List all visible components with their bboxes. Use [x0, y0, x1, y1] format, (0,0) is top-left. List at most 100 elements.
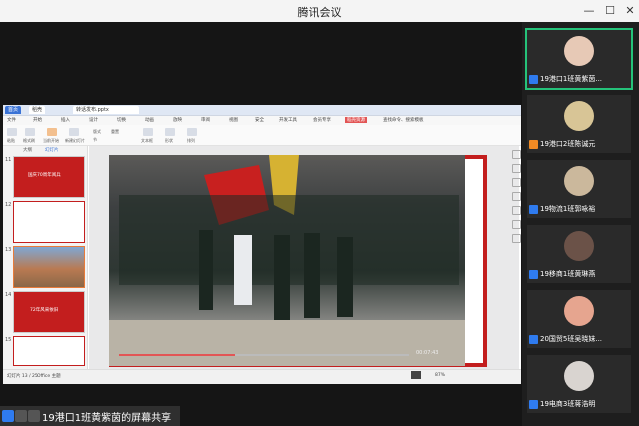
maximize-icon[interactable]: ☐ — [603, 4, 617, 18]
avatar — [564, 166, 594, 196]
slide-thumbnails-panel: 大纲 幻灯片 11 国庆70周年阅兵 12 13 14 72年风采依旧 15 — [3, 146, 88, 369]
menu-file[interactable]: 文件 — [7, 117, 16, 123]
embedded-video[interactable] — [109, 155, 465, 366]
play-current-icon[interactable] — [47, 128, 57, 136]
slide-canvas: 00:07:43 — [89, 146, 519, 369]
shape-icon[interactable] — [165, 128, 175, 136]
ribbon-label: 排列 — [187, 138, 195, 143]
participant-tile[interactable]: 19移商1班黄琳燕 — [527, 225, 631, 283]
thumb-number: 15 — [5, 337, 12, 343]
participant-tile[interactable]: 19电商3班蒋浩明 — [527, 355, 631, 413]
arrange-icon[interactable] — [187, 128, 197, 136]
textbox-icon[interactable] — [143, 128, 153, 136]
tool-icon[interactable] — [512, 206, 521, 215]
theme-name: Office 主题 — [37, 374, 61, 379]
tool-icon[interactable] — [512, 192, 521, 201]
avatar — [564, 101, 594, 131]
ribbon-label: 粘贴 — [7, 138, 15, 143]
soldier-shape — [304, 233, 320, 318]
thumbnail-selected[interactable]: 13 — [5, 246, 85, 288]
menu-member[interactable]: 会员专享 — [313, 117, 331, 123]
video-controls: 00:07:43 — [111, 350, 461, 360]
participant-name: 19移商1班黄琳燕 — [529, 268, 595, 280]
user-icon — [529, 399, 538, 409]
paste-icon[interactable] — [7, 128, 17, 136]
right-toolbar — [511, 150, 521, 330]
wps-tab-strip: 首页 稻壳 转话发布.pptx — [3, 105, 521, 116]
thumbnail[interactable]: 15 — [5, 336, 85, 366]
tool-icon[interactable] — [512, 150, 521, 159]
menu-view[interactable]: 视图 — [229, 117, 238, 123]
menu-review[interactable]: 审阅 — [201, 117, 210, 123]
participant-tile[interactable]: 19港口1班黄紫茵... — [525, 28, 633, 90]
tool-icon[interactable] — [512, 178, 521, 187]
participant-name: 19电商3班蒋浩明 — [529, 398, 595, 410]
tab-docer[interactable]: 稻壳 — [29, 106, 46, 114]
ribbon-label[interactable]: 版式 — [93, 129, 101, 135]
tab-slides[interactable]: 幻灯片 — [45, 147, 59, 153]
menu-security[interactable]: 安全 — [255, 117, 264, 123]
shared-screen-stage: 首页 稻壳 转话发布.pptx 文件 开始 插入 设计 切换 动画 放映 审阅 … — [0, 22, 522, 426]
screen-icon — [15, 410, 27, 422]
avatar — [564, 231, 594, 261]
participant-name: 19港口2班陈诚元 — [529, 138, 595, 150]
tab-home[interactable]: 首页 — [5, 106, 22, 114]
search-command[interactable]: 查找命令、搜索模板 — [383, 117, 424, 123]
user-icon — [529, 204, 538, 214]
tool-icon[interactable] — [512, 220, 521, 229]
screen-share-indicator: 19港口1班黄紫茵的屏幕共享 — [0, 406, 180, 426]
wps-ribbon: 粘贴 格式刷 当前开始 新建幻灯片 版式 节 重置 文本框 形状 排列 — [3, 125, 521, 146]
tab-document[interactable]: 转话发布.pptx — [73, 106, 139, 114]
thumbnail[interactable]: 14 72年风采依旧 — [5, 291, 85, 333]
user-icon — [529, 74, 538, 84]
participant-name: 19物流1班郭咏裕 — [529, 203, 595, 215]
user-icon — [2, 410, 14, 422]
menu-insert[interactable]: 插入 — [61, 117, 70, 123]
menu-home[interactable]: 开始 — [33, 117, 42, 123]
participant-tile[interactable]: 20国贸5班吴晓妹... — [527, 290, 631, 348]
avatar — [564, 361, 594, 391]
ribbon-label: 文本框 — [141, 138, 153, 143]
ribbon-label: 格式刷 — [23, 138, 35, 143]
ribbon-label: 当前开始 — [43, 138, 59, 143]
ribbon-label: 形状 — [165, 138, 173, 143]
close-icon[interactable]: ✕ — [623, 4, 637, 18]
thumbs-header: 大纲 幻灯片 — [3, 146, 87, 154]
user-icon — [529, 269, 538, 279]
format-painter-icon[interactable] — [25, 128, 35, 136]
video-progress[interactable] — [119, 354, 409, 356]
menu-animation[interactable]: 动画 — [145, 117, 154, 123]
participant-tile[interactable]: 19物流1班郭咏裕 — [527, 160, 631, 218]
thumb-title: 国庆70周年阅兵 — [28, 173, 61, 178]
tool-icon[interactable] — [512, 234, 521, 243]
thumb-title: 72年风采依旧 — [30, 308, 59, 313]
thumbnail[interactable]: 12 — [5, 201, 85, 243]
ribbon-label[interactable]: 重置 — [111, 129, 119, 135]
menu-devtools[interactable]: 开发工具 — [279, 117, 297, 123]
avatar — [564, 296, 594, 326]
tool-icon[interactable] — [512, 164, 521, 173]
participants-panel: 19港口1班黄紫茵... 19港口2班陈诚元 19物流1班郭咏裕 19移商1班黄… — [522, 22, 639, 426]
new-slide-icon[interactable] — [69, 128, 79, 136]
ribbon-label[interactable]: 节 — [93, 137, 97, 143]
menu-slideshow[interactable]: 放映 — [173, 117, 182, 123]
menu-design[interactable]: 设计 — [89, 117, 98, 123]
thumb-number: 11 — [5, 157, 12, 163]
participant-tile[interactable]: 19港口2班陈诚元 — [527, 95, 631, 153]
zoom-level[interactable]: 87% — [435, 373, 445, 378]
tab-outline[interactable]: 大纲 — [23, 147, 32, 153]
avatar — [564, 36, 594, 66]
parade-video-frame — [109, 155, 465, 366]
menu-docer[interactable]: 稻壳资源 — [345, 117, 367, 123]
thumb-number: 14 — [5, 292, 12, 298]
slide-counter: 幻灯片 13 / 25 — [7, 374, 38, 379]
soldier-shape — [199, 230, 213, 310]
play-icon[interactable] — [411, 371, 421, 379]
status-bar: 幻灯片 13 / 25 Office 主题 87% — [3, 369, 521, 384]
user-icon — [529, 334, 538, 344]
wps-menu-bar: 文件 开始 插入 设计 切换 动画 放映 审阅 视图 安全 开发工具 会员专享 … — [3, 116, 521, 125]
shared-window: 首页 稻壳 转话发布.pptx 文件 开始 插入 设计 切换 动画 放映 审阅 … — [3, 105, 521, 384]
minimize-icon[interactable]: — — [582, 4, 596, 18]
menu-transition[interactable]: 切换 — [117, 117, 126, 123]
thumbnail[interactable]: 11 国庆70周年阅兵 — [5, 156, 85, 198]
